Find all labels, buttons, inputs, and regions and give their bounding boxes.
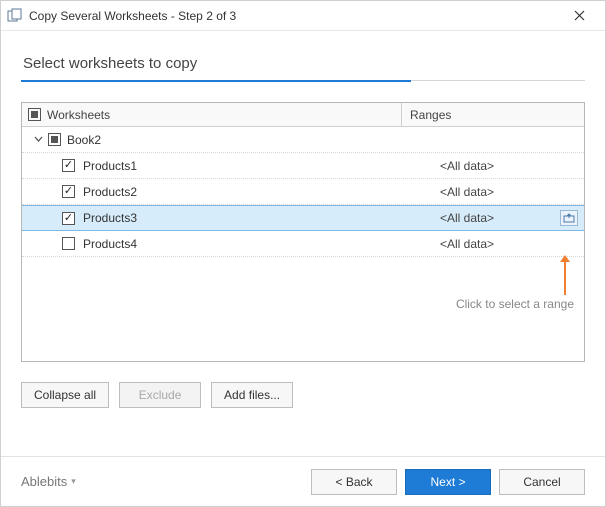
sheet-row[interactable]: Products1 <All data> [22,153,584,179]
column-header-ranges[interactable]: Ranges [402,108,584,122]
brand-label: Ablebits [21,474,67,489]
progress-line [21,80,585,82]
sheet-row-selected[interactable]: Products3 <All data> [22,205,584,231]
sheet-name: Products2 [83,185,137,199]
sheet-range[interactable]: <All data> [432,159,584,173]
tree-rows: Book2 Products1 <All data> Products2 <Al… [22,127,584,257]
annotation: Click to select a range [456,261,574,311]
content-area: Select worksheets to copy Worksheets Ran… [1,31,605,456]
workbook-name: Book2 [67,133,101,147]
close-button[interactable] [559,2,599,30]
annotation-arrow-icon [564,261,566,295]
chevron-down-icon[interactable] [32,135,44,144]
sheet-checkbox[interactable] [62,185,75,198]
sheet-name: Products3 [83,211,137,225]
column-header-worksheets-label: Worksheets [47,108,110,122]
next-button[interactable]: Next > [405,469,491,495]
column-header-ranges-label: Ranges [410,108,451,122]
workbook-row[interactable]: Book2 [22,127,584,153]
column-header-worksheets[interactable]: Worksheets [22,103,402,126]
add-files-button[interactable]: Add files... [211,382,293,408]
app-icon [7,8,23,24]
sheet-range-value: <All data> [440,211,494,225]
titlebar: Copy Several Worksheets - Step 2 of 3 [1,1,605,31]
sheet-name: Products1 [83,159,137,173]
window-title: Copy Several Worksheets - Step 2 of 3 [29,9,559,23]
footer: Ablebits ▾ < Back Next > Cancel [1,456,605,506]
dialog-window: Copy Several Worksheets - Step 2 of 3 Se… [0,0,606,507]
header-tristate-checkbox[interactable] [28,108,41,121]
sheet-range[interactable]: <All data> [432,210,584,226]
annotation-text: Click to select a range [456,297,574,311]
chevron-down-icon: ▾ [71,476,76,487]
exclude-button: Exclude [119,382,201,408]
sheet-name: Products4 [83,237,137,251]
sheet-checkbox[interactable] [62,237,75,250]
page-heading: Select worksheets to copy [23,55,585,72]
cancel-button[interactable]: Cancel [499,469,585,495]
sheet-row[interactable]: Products2 <All data> [22,179,584,205]
sheet-checkbox[interactable] [62,212,75,225]
workbook-tristate-checkbox[interactable] [48,133,61,146]
action-row: Collapse all Exclude Add files... [21,382,585,408]
back-button[interactable]: < Back [311,469,397,495]
sheet-checkbox[interactable] [62,159,75,172]
sheet-range[interactable]: <All data> [432,185,584,199]
sheet-row[interactable]: Products4 <All data> [22,231,584,257]
grid-header: Worksheets Ranges [22,103,584,127]
brand-menu[interactable]: Ablebits ▾ [21,474,76,489]
range-picker-button[interactable] [560,210,578,226]
collapse-all-button[interactable]: Collapse all [21,382,109,408]
sheet-range[interactable]: <All data> [432,237,584,251]
worksheet-grid: Worksheets Ranges Book2 Prod [21,102,585,362]
